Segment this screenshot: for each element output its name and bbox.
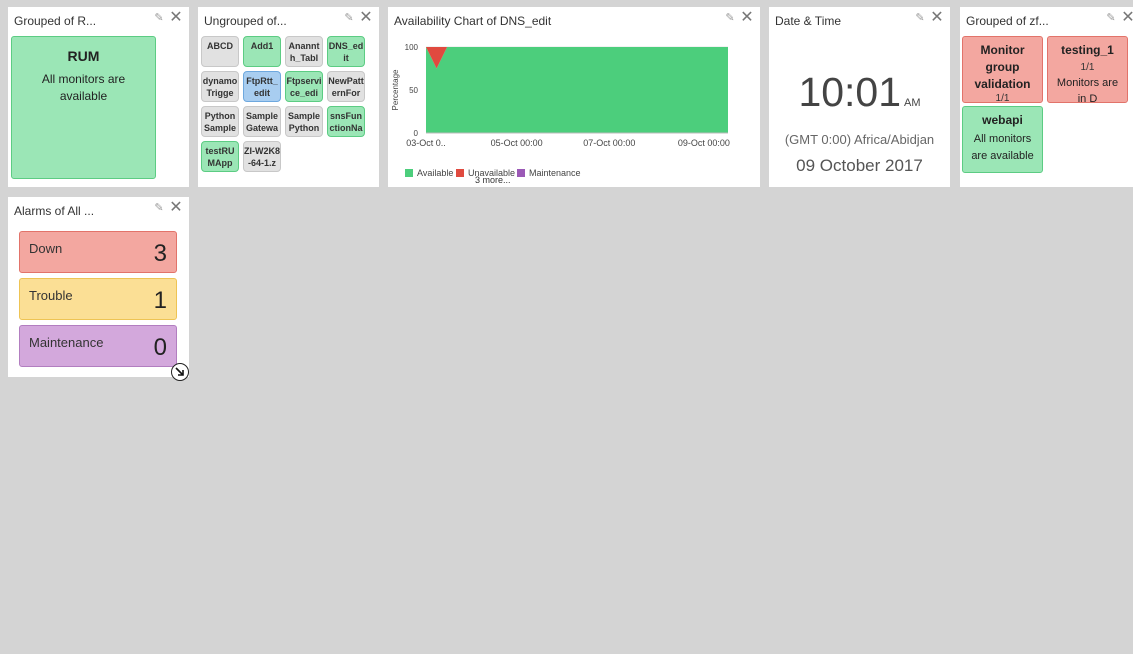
x-tick-label: 09-Oct 00:00 <box>678 138 730 148</box>
widget-title: Grouped of R... <box>14 14 97 28</box>
monitor-tile[interactable]: Anannth_Tabl <box>285 36 323 67</box>
widget-availability-chart: Availability Chart of DNS_edit ✎ ✕ 0 50 10… <box>388 7 760 187</box>
widget-title: Alarms of All ... <box>14 204 95 218</box>
pencil-icon[interactable]: ✎ <box>343 12 355 24</box>
y-tick-label: 0 <box>414 129 419 138</box>
alarm-trouble[interactable]: Trouble 1 <box>19 278 177 320</box>
date: 09 October 2017 <box>796 156 923 175</box>
alarm-label: Maintenance <box>29 335 104 350</box>
x-tick-label: 05-Oct 00:00 <box>491 138 543 148</box>
close-icon[interactable]: ✕ <box>169 10 183 26</box>
monitor-tile[interactable]: SamplePython <box>285 106 323 137</box>
close-icon[interactable]: ✕ <box>1121 10 1133 26</box>
monitor-group-card[interactable]: RUM All monitors are available <box>11 36 156 179</box>
alarm-down[interactable]: Down 3 <box>19 231 177 273</box>
availability-chart: 0 50 100 03-Oct 0.. 05-Oct 00:00 07-Oct 00:00… <box>391 43 730 178</box>
y-tick-label: 100 <box>405 43 419 52</box>
monitor-tile[interactable]: ZI-W2K8-64-1.z <box>243 141 281 172</box>
widget-title: Availability Chart of DNS_edit <box>394 14 552 28</box>
alarm-maintenance[interactable]: Maintenance 0 <box>19 325 177 367</box>
clock-ampm: AM <box>904 97 921 109</box>
widget-header: Grouped of zf... ✎ ✕ <box>960 7 1133 33</box>
legend-swatch <box>405 169 413 177</box>
more-legend-link[interactable]: 3 more... <box>475 175 511 185</box>
close-icon[interactable]: ✕ <box>740 10 754 26</box>
legend-swatch <box>517 169 525 177</box>
monitor-tile[interactable]: Ftpservice_edi <box>285 71 323 102</box>
alarm-label: Down <box>29 241 63 256</box>
monitor-tile[interactable]: snsFunctionNa <box>327 106 365 137</box>
widget-title: Date & Time <box>775 14 842 28</box>
group-name: Monitor group validation <box>974 43 1031 91</box>
monitor-group-card[interactable]: testing_1 1/1 Monitors are in D <box>1047 36 1128 103</box>
group-name: testing_1 <box>1061 43 1114 57</box>
pencil-icon[interactable]: ✎ <box>1105 12 1117 24</box>
widget-header: Alarms of All ... ✎ ✕ <box>8 197 189 223</box>
widget-header: Availability Chart of DNS_edit ✎ ✕ <box>388 7 760 33</box>
pencil-icon[interactable]: ✎ <box>153 12 165 24</box>
monitor-tile[interactable]: dynamoTrigge <box>201 71 239 102</box>
pencil-icon[interactable]: ✎ <box>914 12 926 24</box>
monitor-tile[interactable]: FtpRtt_edit <box>243 71 281 102</box>
legend-swatch <box>456 169 464 177</box>
monitor-tile[interactable]: DNS_edit <box>327 36 365 67</box>
clock: 10:01 AM <box>769 69 950 116</box>
pencil-icon[interactable]: ✎ <box>153 202 165 214</box>
monitor-tile[interactable]: SampleGatewa <box>243 106 281 137</box>
monitor-group-card[interactable]: Monitor group validation 1/1 <box>962 36 1043 103</box>
widget-title: Ungrouped of... <box>204 14 287 28</box>
monitor-tile[interactable]: ABCD <box>201 36 239 67</box>
close-icon[interactable]: ✕ <box>930 10 944 26</box>
group-name: webapi <box>982 113 1023 127</box>
widget-header: Date & Time ✎ ✕ <box>769 7 950 33</box>
legend-label: Available <box>417 168 453 178</box>
y-axis-label: Percentage <box>391 69 400 110</box>
resize-handle-icon[interactable] <box>171 363 189 381</box>
group-count: 1/1 <box>1080 62 1095 73</box>
group-name: RUM <box>67 48 100 64</box>
widget-header: Grouped of R... ✎ ✕ <box>8 7 189 33</box>
x-tick-label: 03-Oct 0.. <box>406 138 446 148</box>
monitor-tile[interactable]: testRUMApp <box>201 141 239 172</box>
monitor-group-card[interactable]: webapi All monitors are available <box>962 106 1043 173</box>
widget-date-time: Date & Time ✎ ✕ 10:01 AM (GMT 0:00) Afric… <box>769 7 950 187</box>
alarm-count: 0 <box>153 334 167 361</box>
series-area-available <box>426 47 728 133</box>
monitor-tile[interactable]: Add1 <box>243 36 281 67</box>
alarm-count: 1 <box>153 287 167 314</box>
alarm-label: Trouble <box>29 288 73 303</box>
monitor-tile[interactable]: NewPatternFor <box>327 71 365 102</box>
x-tick-label: 07-Oct 00:00 <box>583 138 635 148</box>
widget-grouped-zf: Grouped of zf... ✎ ✕ Monitor group valid… <box>960 7 1133 187</box>
alarm-count: 3 <box>153 240 167 267</box>
widget-title: Grouped of zf... <box>966 14 1049 28</box>
pencil-icon[interactable]: ✎ <box>724 12 736 24</box>
group-status: All monitors are available <box>971 133 1034 162</box>
monitor-tile[interactable]: PythonSample <box>201 106 239 137</box>
group-status: All monitors are available <box>41 72 126 103</box>
widget-ungrouped: Ungrouped of... ✎ ✕ ABCD Add1 Anannth_Tabl… <box>198 7 379 187</box>
group-status: Monitors are in D <box>1056 77 1119 103</box>
close-icon[interactable]: ✕ <box>359 10 373 26</box>
y-tick-label: 50 <box>409 86 418 95</box>
group-count: 1/1 <box>995 93 1010 103</box>
legend-label: Maintenance <box>529 168 581 178</box>
close-icon[interactable]: ✕ <box>169 200 183 216</box>
widget-alarms: Alarms of All ... ✎ ✕ Down 3 Trouble 1 M… <box>8 197 189 377</box>
clock-time: 10:01 <box>798 69 902 115</box>
widget-header: Ungrouped of... ✎ ✕ <box>198 7 379 33</box>
timezone: (GMT 0:00) Africa/Abidjan <box>784 132 935 147</box>
widget-grouped-rum: Grouped of R... ✎ ✕ RUM All monitors are… <box>8 7 189 187</box>
